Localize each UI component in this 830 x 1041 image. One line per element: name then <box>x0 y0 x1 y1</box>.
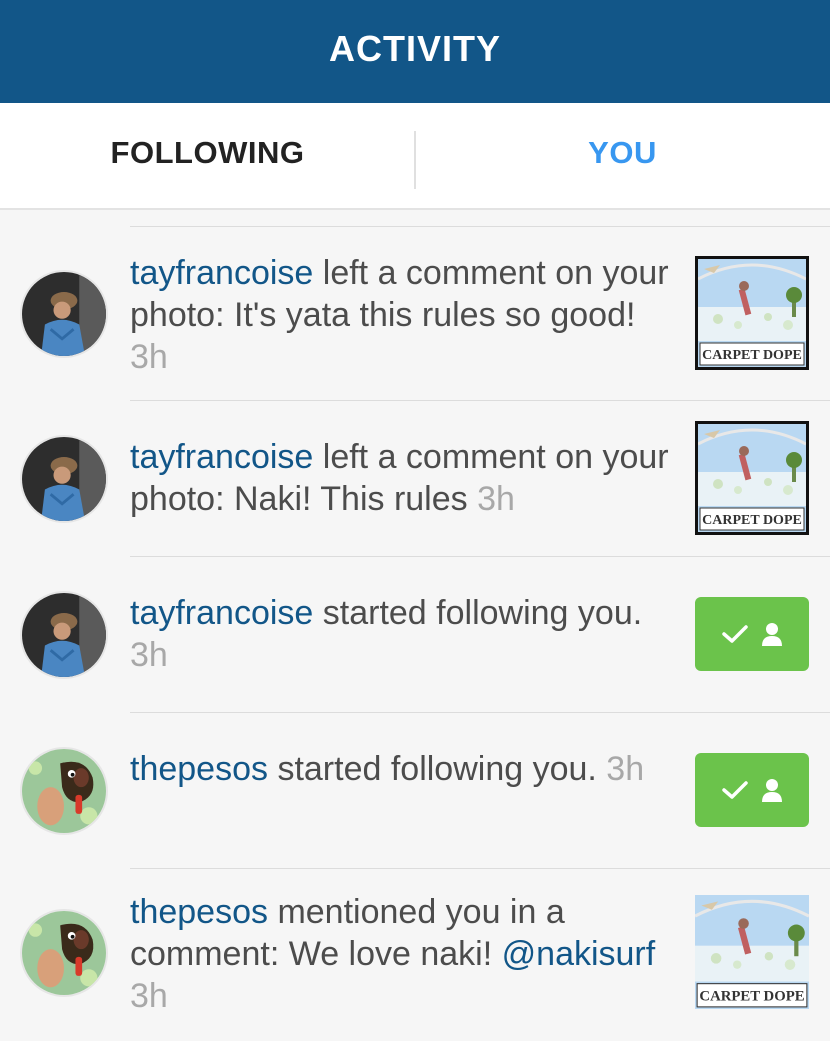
check-icon <box>722 625 748 643</box>
photo-thumbnail[interactable]: CARPET DOPE <box>695 421 809 535</box>
activity-text: thepesos mentioned you in a comment: We … <box>130 891 675 1017</box>
thumbnail-caption: CARPET DOPE <box>702 513 802 528</box>
person-icon <box>762 623 782 646</box>
avatar-tayfrancoise[interactable] <box>20 435 108 523</box>
activity-message: started following you. <box>268 750 597 788</box>
person-icon <box>762 779 782 802</box>
avatar-thepesos[interactable] <box>20 747 108 835</box>
username-link[interactable]: tayfrancoise <box>130 594 313 632</box>
activity-item: tayfrancoise left a comment on your phot… <box>0 228 830 401</box>
tab-you[interactable]: YOU <box>415 103 830 208</box>
feed-top-divider <box>130 226 830 227</box>
activity-text: tayfrancoise left a comment on your phot… <box>130 252 675 378</box>
tab-divider <box>414 131 416 189</box>
username-link[interactable]: thepesos <box>130 893 268 931</box>
avatar-thepesos[interactable] <box>20 909 108 997</box>
photo-thumbnail[interactable]: CARPET DOPE <box>695 895 809 1009</box>
username-link[interactable]: tayfrancoise <box>130 254 313 292</box>
activity-item: tayfrancoise left a comment on your phot… <box>0 401 830 557</box>
activity-text: tayfrancoise left a comment on your phot… <box>130 436 675 520</box>
avatar-tayfrancoise[interactable] <box>20 591 108 679</box>
activity-text: tayfrancoise started following you. 3h <box>130 592 675 676</box>
username-link[interactable]: tayfrancoise <box>130 438 313 476</box>
photo-thumbnail[interactable]: CARPET DOPE <box>695 256 809 370</box>
thumbnail-caption: CARPET DOPE <box>699 989 804 1005</box>
following-button[interactable] <box>695 753 809 827</box>
mention-link[interactable]: @nakisurf <box>502 935 656 973</box>
activity-item: thepesos started following you. 3h <box>0 713 830 869</box>
username-link[interactable]: thepesos <box>130 750 268 788</box>
activity-tabs: FOLLOWING YOU <box>0 103 830 210</box>
timestamp: 3h <box>606 750 645 788</box>
timestamp: 3h <box>477 480 515 518</box>
activity-message: started following you. <box>313 594 643 632</box>
thumbnail-caption: CARPET DOPE <box>702 348 802 363</box>
activity-item: thepesos mentioned you in a comment: We … <box>0 869 830 1041</box>
avatar-tayfrancoise[interactable] <box>20 270 108 358</box>
check-icon <box>722 781 748 799</box>
timestamp: 3h <box>130 338 168 376</box>
page-title: ACTIVITY <box>328 27 501 69</box>
activity-text: thepesos started following you. 3h <box>130 748 675 790</box>
timestamp: 3h <box>130 636 168 674</box>
app-header: ACTIVITY <box>0 0 830 103</box>
following-button[interactable] <box>695 597 809 671</box>
tab-following[interactable]: FOLLOWING <box>0 103 415 208</box>
timestamp: 3h <box>130 977 168 1015</box>
activity-item: tayfrancoise started following you. 3h <box>0 557 830 713</box>
